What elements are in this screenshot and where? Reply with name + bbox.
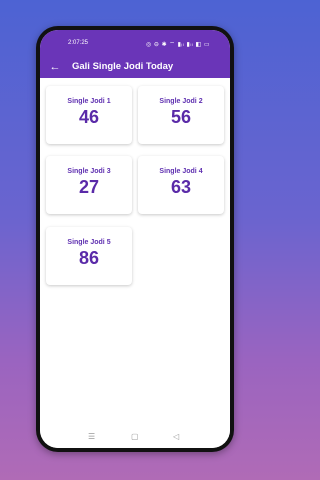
status-icons: ◎ ⊖ ✱ ⌔ ▮ᵢₗ ▮ₗₗ ◧ ▭	[146, 42, 210, 48]
card-value: 27	[78, 177, 100, 197]
card-label: Single Jodi 2	[159, 98, 203, 105]
card-value: 63	[170, 177, 192, 197]
card-label: Single Jodi 3	[67, 168, 111, 175]
system-nav-bar: ☰ ▢ ◁	[40, 426, 230, 448]
status-bar: 2:07:25 ◎ ⊖ ✱ ⌔ ▮ᵢₗ ▮ₗₗ ◧ ▭	[40, 30, 230, 56]
phone-frame: 2:07:25 ◎ ⊖ ✱ ⌔ ▮ᵢₗ ▮ₗₗ ◧ ▭ ← Gali Singl…	[36, 26, 234, 452]
app-bar: ← Gali Single Jodi Today	[40, 56, 230, 78]
single-jodi-card-2[interactable]: Single Jodi 2 56	[138, 86, 224, 144]
screen: 2:07:25 ◎ ⊖ ✱ ⌔ ▮ᵢₗ ▮ₗₗ ◧ ▭ ← Gali Singl…	[40, 30, 230, 448]
card-value: 56	[170, 107, 192, 127]
back-arrow-icon[interactable]: ←	[49, 61, 61, 73]
card-label: Single Jodi 1	[67, 98, 111, 105]
home-square-icon[interactable]: ▢	[131, 432, 139, 441]
single-jodi-card-1[interactable]: Single Jodi 1 46	[46, 86, 132, 144]
card-value: 86	[78, 248, 100, 268]
triangle-back-icon[interactable]: ◁	[173, 432, 179, 441]
card-value: 46	[78, 107, 100, 127]
single-jodi-card-4[interactable]: Single Jodi 4 63	[138, 156, 224, 214]
card-label: Single Jodi 5	[67, 239, 111, 246]
status-time: 2:07:25	[68, 40, 89, 46]
single-jodi-card-3[interactable]: Single Jodi 3 27	[46, 156, 132, 214]
page-title: Gali Single Jodi Today	[72, 61, 174, 72]
menu-icon[interactable]: ☰	[88, 432, 95, 441]
single-jodi-card-5[interactable]: Single Jodi 5 86	[46, 227, 132, 285]
card-label: Single Jodi 4	[159, 168, 203, 175]
